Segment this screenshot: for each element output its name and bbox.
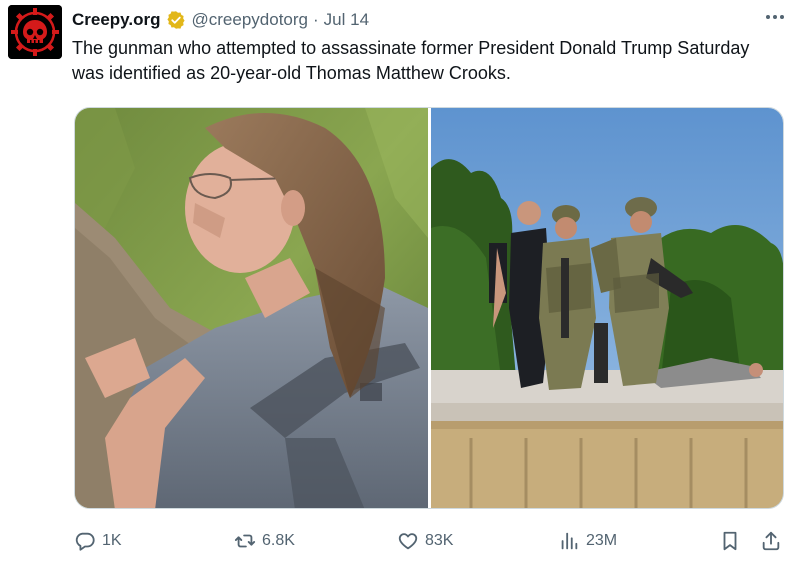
- retweet-button[interactable]: 6.8K: [234, 526, 295, 556]
- like-count: 83K: [425, 532, 454, 549]
- photo-right[interactable]: [430, 108, 783, 508]
- verified-badge-icon[interactable]: [166, 10, 186, 30]
- reply-icon: [75, 532, 95, 551]
- share-icon: [762, 531, 780, 551]
- action-bar: 1K 6.8K 83K 23M: [74, 526, 786, 556]
- views-icon: [561, 532, 578, 550]
- reply-count: 1K: [102, 532, 122, 549]
- reply-button[interactable]: 1K: [74, 526, 122, 556]
- more-options-icon[interactable]: [762, 7, 788, 27]
- bookmark-icon: [723, 531, 737, 551]
- views-count: 23M: [586, 532, 618, 549]
- avatar[interactable]: [8, 5, 62, 59]
- retweet-count: 6.8K: [262, 532, 295, 549]
- author-display-name[interactable]: Creepy.org: [72, 10, 161, 30]
- like-button[interactable]: 83K: [397, 526, 453, 556]
- views-button[interactable]: 23M: [558, 526, 617, 556]
- retweet-icon: [234, 534, 256, 548]
- heart-icon: [398, 533, 418, 550]
- share-button[interactable]: [760, 526, 788, 556]
- bookmark-button[interactable]: [719, 526, 747, 556]
- skull-logo-icon: [8, 5, 62, 59]
- author-handle[interactable]: @creepydotorg: [192, 10, 309, 30]
- media-grid: [74, 107, 784, 509]
- separator-dot: ·: [313, 10, 319, 29]
- photo-left[interactable]: [75, 108, 428, 508]
- tweet-text: The gunman who attempted to assassinate …: [72, 38, 750, 83]
- tweet-header: Creepy.org @creepydotorg · Jul 14: [72, 8, 780, 32]
- tweet-date[interactable]: Jul 14: [324, 10, 369, 30]
